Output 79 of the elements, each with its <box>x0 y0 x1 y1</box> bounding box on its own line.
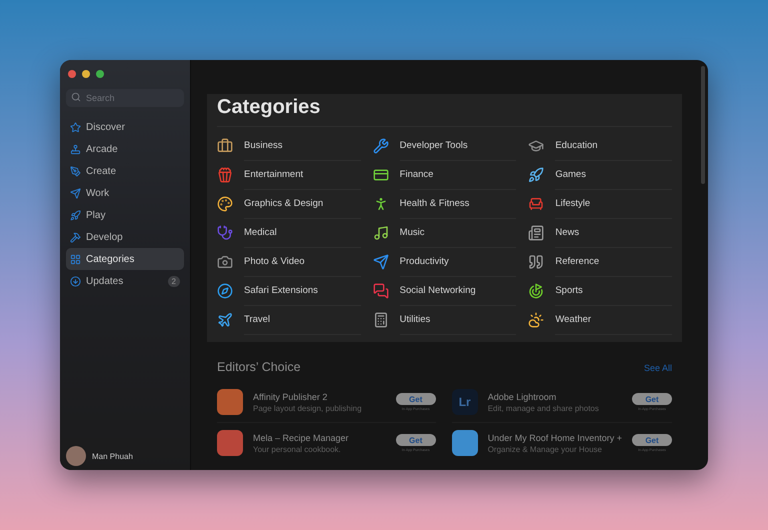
category-link[interactable]: Education <box>555 130 672 160</box>
newspaper-icon <box>528 224 544 240</box>
category-link[interactable]: Travel <box>244 304 361 334</box>
joystick-icon <box>70 144 81 154</box>
category-link[interactable]: Reference <box>555 246 672 276</box>
category-link[interactable]: News <box>555 218 672 248</box>
pen-icon <box>70 166 81 176</box>
app-name: Affinity Publisher 2 <box>253 392 328 402</box>
category-link[interactable]: Games <box>555 160 672 190</box>
star-icon <box>70 122 81 132</box>
graduation-cap-icon <box>528 138 544 154</box>
grid-icon <box>70 254 81 264</box>
category-link[interactable]: Social Networking <box>400 276 516 306</box>
sidebar-item[interactable]: Develop <box>66 226 184 248</box>
download-icon <box>70 276 81 286</box>
zoom-window-button[interactable] <box>96 70 104 78</box>
search-field[interactable]: Search <box>66 89 184 107</box>
category-link[interactable]: Medical <box>244 218 361 248</box>
palette-icon <box>217 196 233 212</box>
avatar[interactable] <box>66 446 86 466</box>
app-icon <box>217 430 243 456</box>
app-subtitle: Your personal cookbook. <box>253 444 342 454</box>
stethoscope-icon <box>217 224 233 240</box>
sidebar-item[interactable]: Discover <box>66 116 184 138</box>
close-window-button[interactable] <box>68 70 76 78</box>
user-name: Man Phuah <box>92 452 133 460</box>
category-link[interactable]: Developer Tools <box>400 130 516 160</box>
category-link[interactable]: Safari Extensions <box>244 276 361 306</box>
minimize-window-button[interactable] <box>82 70 90 78</box>
compass-icon <box>217 282 233 298</box>
sidebar-item[interactable]: Create <box>66 160 184 182</box>
scrollbar[interactable] <box>701 66 705 184</box>
app-name: Adobe Lightroom <box>488 392 558 402</box>
app-name: Under My Roof Home Inventory + <box>488 432 622 442</box>
paper-plane-icon <box>70 188 81 198</box>
briefcase-icon <box>217 138 233 154</box>
sidebar-item[interactable]: Work <box>66 182 184 204</box>
rocket-icon <box>70 210 81 220</box>
sidebar-item[interactable]: Categories <box>66 248 184 270</box>
category-link[interactable]: Graphics & Design <box>244 188 361 218</box>
sidebar-item[interactable]: Play <box>66 204 184 226</box>
category-link[interactable]: Health & Fitness <box>400 188 516 218</box>
armchair-icon <box>528 196 544 212</box>
category-link[interactable]: Productivity <box>400 246 516 276</box>
category-link[interactable]: Sports <box>555 276 672 306</box>
count-badge: 2 <box>168 276 180 286</box>
camera-icon <box>217 254 233 270</box>
sidebar-item[interactable]: Updates 2 <box>66 270 184 292</box>
category-link[interactable]: Weather <box>555 304 672 334</box>
search-icon <box>71 92 81 102</box>
category-link[interactable]: Entertainment <box>244 160 361 190</box>
hammer-icon <box>70 232 81 242</box>
airplane-icon <box>217 312 233 328</box>
rocket-icon <box>528 166 544 182</box>
app-name: Mela – Recipe Manager <box>253 432 350 442</box>
paper-plane-icon <box>372 254 389 270</box>
credit-card-icon <box>372 166 389 182</box>
music-icon <box>372 224 389 240</box>
app-icon <box>452 430 478 456</box>
calculator-icon <box>372 312 389 328</box>
page-title: Categories <box>217 94 672 127</box>
app-subtitle: Page layout design, publishing <box>253 404 363 412</box>
sidebar-item[interactable]: Arcade <box>66 138 184 160</box>
cloud-sun-icon <box>528 312 544 328</box>
app-icon: Lr <box>452 389 478 415</box>
popcorn-icon <box>217 166 233 182</box>
wrench-icon <box>372 138 389 154</box>
category-link[interactable]: Utilities <box>400 304 516 334</box>
section-title: Editors’ Choice <box>217 360 301 374</box>
category-link[interactable]: Photo & Video <box>244 246 361 276</box>
category-link[interactable]: Lifestyle <box>555 188 672 218</box>
chat-bubbles-icon <box>372 282 389 298</box>
category-link[interactable]: Music <box>400 218 516 248</box>
app-icon <box>217 389 243 415</box>
category-link[interactable]: Business <box>244 130 361 160</box>
quote-icon <box>528 254 544 270</box>
category-link[interactable]: Finance <box>400 160 516 190</box>
app-subtitle: Edit, manage and share photos <box>488 404 600 412</box>
app-subtitle: Organize & Manage your House <box>488 444 603 454</box>
